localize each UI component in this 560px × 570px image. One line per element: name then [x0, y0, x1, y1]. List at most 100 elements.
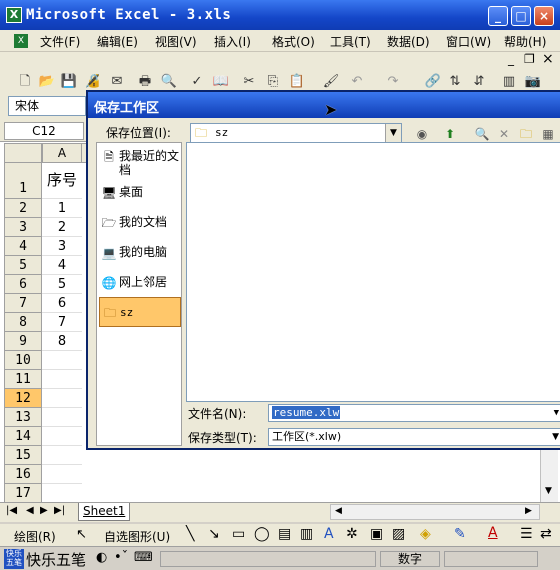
cell-a[interactable]: 5	[42, 275, 82, 294]
row-header[interactable]: 13	[4, 408, 42, 427]
cell-a[interactable]: 8	[42, 332, 82, 351]
cut-icon[interactable]: ✂	[240, 73, 258, 91]
textbox-icon[interactable]: ▤	[278, 526, 291, 542]
select-all-corner[interactable]	[4, 143, 42, 163]
name-box[interactable]: C12	[4, 122, 84, 140]
row-header[interactable]: 7	[4, 294, 42, 313]
menu-format[interactable]: 格式(O)	[272, 33, 315, 50]
back-icon[interactable]: ◉	[414, 126, 430, 142]
menu-tools[interactable]: 工具(T)	[330, 33, 371, 50]
column-header-a[interactable]: A	[42, 143, 82, 163]
cell-a[interactable]	[42, 351, 82, 370]
row-header[interactable]: 10	[4, 351, 42, 370]
select-objects-icon[interactable]: ↖	[76, 527, 87, 542]
row-header[interactable]: 2	[4, 199, 42, 218]
new-icon[interactable]: 🗋	[16, 73, 34, 91]
ime-name[interactable]: 快乐五笔	[26, 549, 86, 570]
up-folder-icon[interactable]: ⬆	[442, 126, 458, 142]
arrow-icon[interactable]: ↘	[208, 526, 220, 542]
cell-a[interactable]	[42, 465, 82, 484]
cell-a[interactable]: 2	[42, 218, 82, 237]
arrow-style-icon[interactable]: ⇄	[540, 526, 552, 542]
chart-wizard-icon[interactable]: ▥	[500, 73, 518, 91]
print-preview-icon[interactable]: 🔍	[160, 73, 178, 91]
redo-icon[interactable]: ↷	[384, 73, 402, 91]
title-bar[interactable]: X Microsoft Excel - 3.xls _ □ ×	[0, 0, 560, 30]
oval-icon[interactable]: ◯	[254, 526, 270, 542]
cell-a[interactable]: 6	[42, 294, 82, 313]
row-header[interactable]: 8	[4, 313, 42, 332]
autoshapes-button[interactable]: 自选图形(U)	[104, 528, 170, 545]
menu-file[interactable]: 文件(F)	[40, 33, 80, 50]
close-button[interactable]: ×	[534, 6, 554, 26]
camera-icon[interactable]: 📷	[524, 73, 542, 91]
filename-input[interactable]: resume.xlw ▼	[268, 404, 560, 422]
minimize-button[interactable]: _	[488, 6, 508, 26]
research-icon[interactable]: 📖	[212, 73, 230, 91]
menu-view[interactable]: 视图(V)	[155, 33, 197, 50]
fill-color-icon[interactable]: ◈	[420, 526, 431, 542]
doc-restore-button[interactable]: ❐	[524, 52, 535, 66]
ime-halfwidth-icon[interactable]: ◐	[96, 550, 107, 565]
ime-keyboard-icon[interactable]: ⌨	[134, 550, 153, 565]
cell-a[interactable]: 7	[42, 313, 82, 332]
cell-a[interactable]: 1	[42, 199, 82, 218]
ime-logo-icon[interactable]: 快乐五笔	[4, 549, 24, 569]
scroll-down-icon[interactable]: ▼	[545, 486, 552, 496]
cell-a[interactable]	[42, 484, 82, 503]
new-folder-icon[interactable]: 🗀	[518, 126, 534, 142]
menu-data[interactable]: 数据(D)	[387, 33, 430, 50]
place-my-documents[interactable]: 🗁 我的文档	[99, 215, 181, 233]
scroll-left-icon[interactable]: ◀	[335, 506, 342, 516]
cell-a[interactable]	[42, 408, 82, 427]
print-icon[interactable]: 🖶	[136, 73, 154, 91]
tab-next-icon[interactable]: ▶	[40, 505, 48, 516]
row-header[interactable]: 1	[4, 163, 42, 199]
rectangle-icon[interactable]: ▭	[232, 526, 245, 542]
hyperlink-icon[interactable]: 🔗	[424, 73, 442, 91]
email-icon[interactable]: ✉	[108, 73, 126, 91]
vertical-textbox-icon[interactable]: ▥	[300, 526, 313, 542]
chevron-down-icon[interactable]: ▼	[552, 429, 559, 445]
copy-icon[interactable]: ⎘	[264, 73, 282, 91]
place-recent-docs[interactable]: 🗎 我最近的文档	[99, 149, 181, 179]
tab-prev-icon[interactable]: ◀	[26, 505, 34, 516]
sort-ascending-icon[interactable]: ⇅	[446, 73, 464, 91]
cell-a[interactable]: 序号	[42, 163, 82, 199]
clipart-icon[interactable]: ▣	[370, 526, 383, 542]
draw-menu-button[interactable]: 绘图(R)	[14, 528, 56, 545]
font-name-box[interactable]: 宋体	[8, 96, 86, 116]
save-location-combo[interactable]: 🗀 sz ▼	[190, 123, 402, 143]
place-my-computer[interactable]: 💻 我的电脑	[99, 245, 181, 263]
horizontal-scrollbar[interactable]: ◀ ▶	[330, 504, 540, 520]
row-header[interactable]: 5	[4, 256, 42, 275]
workbook-icon[interactable]: X	[14, 34, 28, 48]
file-list[interactable]	[186, 142, 560, 402]
excel-app-icon[interactable]: X	[6, 7, 22, 23]
row-header[interactable]: 14	[4, 427, 42, 446]
spelling-icon[interactable]: ✓	[188, 73, 206, 91]
views-icon[interactable]: ▦	[540, 126, 556, 142]
save-icon[interactable]: 💾	[60, 73, 78, 91]
font-color-icon[interactable]: A	[488, 525, 498, 541]
tab-last-icon[interactable]: ▶|	[54, 505, 65, 516]
sheet-tab-sheet1[interactable]: Sheet1	[78, 503, 131, 521]
chevron-down-icon[interactable]: ▼	[554, 405, 559, 421]
menu-edit[interactable]: 编辑(E)	[97, 33, 138, 50]
menu-help[interactable]: 帮助(H)	[504, 33, 546, 50]
cell-a[interactable]: 3	[42, 237, 82, 256]
picture-icon[interactable]: ▨	[392, 526, 405, 542]
row-header[interactable]: 3	[4, 218, 42, 237]
open-icon[interactable]: 📂	[38, 73, 56, 91]
ime-punctuation-icon[interactable]: •ˇ	[114, 550, 128, 565]
cell-a[interactable]: 4	[42, 256, 82, 275]
place-sz-folder[interactable]: 🗀 sz	[99, 297, 181, 327]
cell-a[interactable]	[42, 427, 82, 446]
paste-icon[interactable]: 📋	[288, 73, 306, 91]
doc-close-button[interactable]: ×	[542, 51, 554, 67]
doc-minimize-button[interactable]: _	[508, 52, 514, 66]
maximize-button[interactable]: □	[511, 6, 531, 26]
scroll-right-icon[interactable]: ▶	[525, 506, 532, 516]
search-web-icon[interactable]: 🔍	[474, 126, 490, 142]
row-header[interactable]: 12	[4, 389, 42, 408]
